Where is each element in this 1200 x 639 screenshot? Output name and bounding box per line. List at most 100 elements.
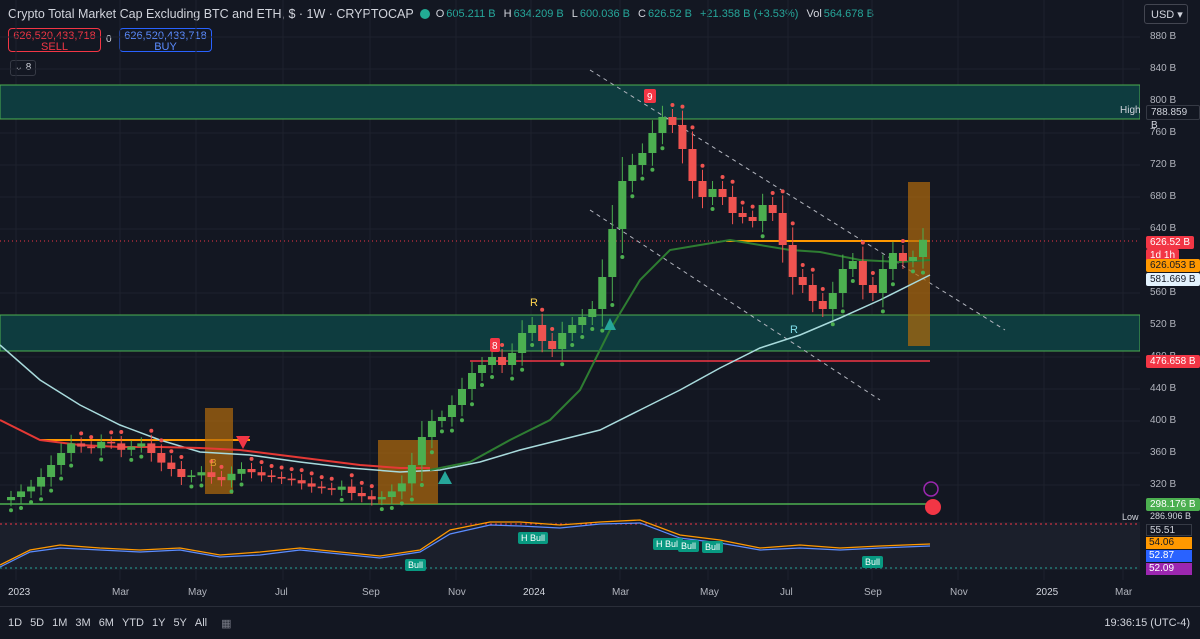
psar-dot (860, 240, 865, 245)
psar-dot (279, 465, 284, 470)
psar-dot (359, 480, 364, 485)
price-axis-tick: 640 B (1150, 223, 1177, 234)
psar-dot (510, 376, 515, 381)
price-chart[interactable]: R R 9 8 B (0, 0, 1140, 605)
timeframe-button-5d[interactable]: 5D (30, 617, 44, 629)
psar-dot (720, 175, 725, 179)
currency-select[interactable]: USD ▾ (1144, 4, 1188, 24)
candle-body (618, 181, 627, 229)
candle-body (878, 269, 887, 293)
osc-value-3: 52.87 (1146, 550, 1192, 562)
psar-dot (770, 191, 775, 195)
psar-dot (99, 457, 104, 462)
timeframe-button-ytd[interactable]: YTD (122, 617, 144, 629)
candle-body (698, 181, 707, 197)
candle-body (287, 478, 296, 481)
candle-body (888, 253, 897, 269)
sma-blue-line (0, 274, 931, 473)
candle-body (227, 473, 236, 481)
candle-body (718, 189, 727, 197)
time-axis-tick: Sep (362, 587, 380, 598)
psar-dot (229, 489, 234, 494)
candle-body (77, 443, 86, 447)
candle-body (27, 486, 36, 492)
sma-tag: 581.669 B (1146, 273, 1200, 286)
timeframe-button-6m[interactable]: 6M (99, 617, 114, 629)
psar-dot (399, 501, 404, 506)
psar-dot (269, 463, 274, 468)
time-axis-tick: 2023 (8, 587, 31, 598)
candle-body (107, 441, 116, 444)
price-axis-tick: 720 B (1150, 159, 1177, 170)
time-axis-tick: Nov (448, 587, 466, 598)
psar-dot (590, 327, 595, 331)
td-eight-text: 8 (492, 341, 498, 352)
osc-value-1: 55.51 (1146, 524, 1192, 536)
candle-body (658, 117, 667, 133)
timeframe-button-1d[interactable]: 1D (8, 617, 22, 629)
timeframe-buttons: 1D 5D 1M 3M 6M YTD 1Y 5Y All (0, 617, 207, 629)
psar-dot (530, 343, 535, 347)
psar-dot (439, 429, 444, 434)
timeframe-button-5y[interactable]: 5Y (173, 617, 186, 629)
candle-body (588, 309, 597, 317)
candle-body (267, 475, 276, 477)
candle-body (47, 465, 56, 477)
candle-body (167, 462, 176, 469)
candle-body (137, 443, 146, 447)
candle-body (357, 493, 366, 497)
timeframe-button-1y[interactable]: 1Y (152, 617, 165, 629)
psar-dot (419, 483, 424, 487)
psar-dot (910, 269, 915, 274)
candle-body (918, 239, 927, 257)
psar-dot (740, 200, 745, 205)
low-tag: 286.906 B (1146, 511, 1196, 521)
candle-body (257, 472, 266, 476)
candle-body (758, 205, 767, 221)
candle-body (277, 477, 286, 479)
psar-dot (9, 508, 14, 513)
psar-dot (490, 375, 495, 379)
timeframe-button-1m[interactable]: 1M (52, 617, 67, 629)
psar-dot (39, 497, 44, 502)
psar-dot (730, 179, 735, 184)
timeframe-button-3m[interactable]: 3M (75, 617, 90, 629)
candle-body (768, 205, 777, 213)
price-axis-tick: 320 B (1150, 479, 1177, 490)
candle-body (447, 405, 456, 417)
date-range-icon[interactable]: ▦ (221, 617, 231, 630)
psar-dot (179, 455, 184, 459)
psar-dot (710, 207, 715, 211)
price-axis-tick: 840 B (1150, 63, 1177, 74)
candle-body (578, 317, 587, 325)
candle-body (468, 373, 477, 389)
time-axis-tick: Sep (864, 587, 882, 598)
psar-dot (219, 464, 224, 469)
bull-label: Bull (862, 556, 884, 568)
candle-body (337, 486, 346, 490)
time-axis-tick: 2024 (523, 587, 546, 598)
green-line-tag: 298.176 B (1146, 498, 1200, 511)
us-flag-event-icon (925, 499, 941, 515)
psar-dot (189, 484, 194, 489)
psar-dot (129, 457, 134, 462)
psar-dot (540, 307, 545, 312)
psar-dot (429, 450, 434, 455)
candle-body (427, 421, 436, 437)
psar-dot (660, 146, 665, 151)
psar-dot (900, 239, 905, 243)
bottom-toolbar: 1D 5D 1M 3M 6M YTD 1Y 5Y All ▦ 19:36:15 (UTC-4) (0, 606, 1200, 639)
psar-dot (790, 221, 795, 226)
bull-label: Bull (405, 559, 427, 571)
psar-dot (640, 176, 645, 181)
timeframe-button-all[interactable]: All (195, 617, 207, 629)
sell-triangle-icon (236, 436, 250, 449)
psar-dot (690, 125, 695, 130)
psar-dot (890, 282, 895, 287)
candle-body (187, 475, 196, 477)
clock[interactable]: 19:36:15 (UTC-4) (1104, 617, 1190, 629)
candle-body (868, 285, 877, 293)
bull-label: Bull (702, 541, 724, 553)
td-nine-text: 9 (647, 92, 653, 103)
candle-body (788, 245, 797, 277)
